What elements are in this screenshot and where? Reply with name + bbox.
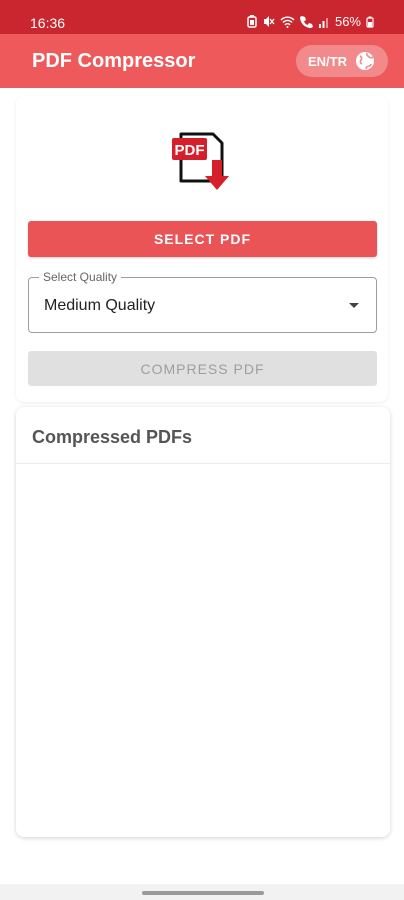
quality-select[interactable]: Select Quality Medium Quality: [28, 270, 377, 333]
status-icons: 56%: [247, 14, 374, 29]
pdf-download-icon: PDF: [172, 132, 229, 190]
battery-saver-icon: [247, 15, 257, 28]
quality-value: Medium Quality: [44, 297, 156, 314]
language-toggle-button[interactable]: EN/TR: [296, 45, 388, 77]
globe-icon: [356, 52, 374, 70]
wifi-icon: [280, 16, 295, 28]
status-time: 16:36: [30, 15, 66, 31]
battery-icon: [366, 16, 374, 28]
compress-pdf-button[interactable]: COMPRESS PDF: [28, 351, 377, 386]
compressed-pdfs-title: Compressed PDFs: [32, 427, 193, 447]
mute-icon: [263, 16, 275, 27]
battery-percent: 56%: [334, 14, 361, 29]
select-pdf-button[interactable]: SELECT PDF: [28, 221, 377, 257]
app-title: PDF Compressor: [32, 50, 196, 72]
home-indicator[interactable]: [142, 891, 264, 895]
svg-text:PDF: PDF: [175, 142, 205, 159]
language-label: EN/TR: [308, 53, 347, 69]
quality-legend: Select Quality: [39, 270, 122, 284]
compressed-pdfs-card: Compressed PDFs: [16, 407, 390, 837]
signal-icon: [318, 17, 328, 28]
list-divider: [16, 463, 390, 464]
dropdown-arrow-icon: [349, 303, 359, 308]
app-bar: PDF Compressor EN/TR: [0, 34, 404, 88]
status-bar: 16:36 56%: [0, 0, 404, 34]
call-icon: [299, 16, 313, 28]
